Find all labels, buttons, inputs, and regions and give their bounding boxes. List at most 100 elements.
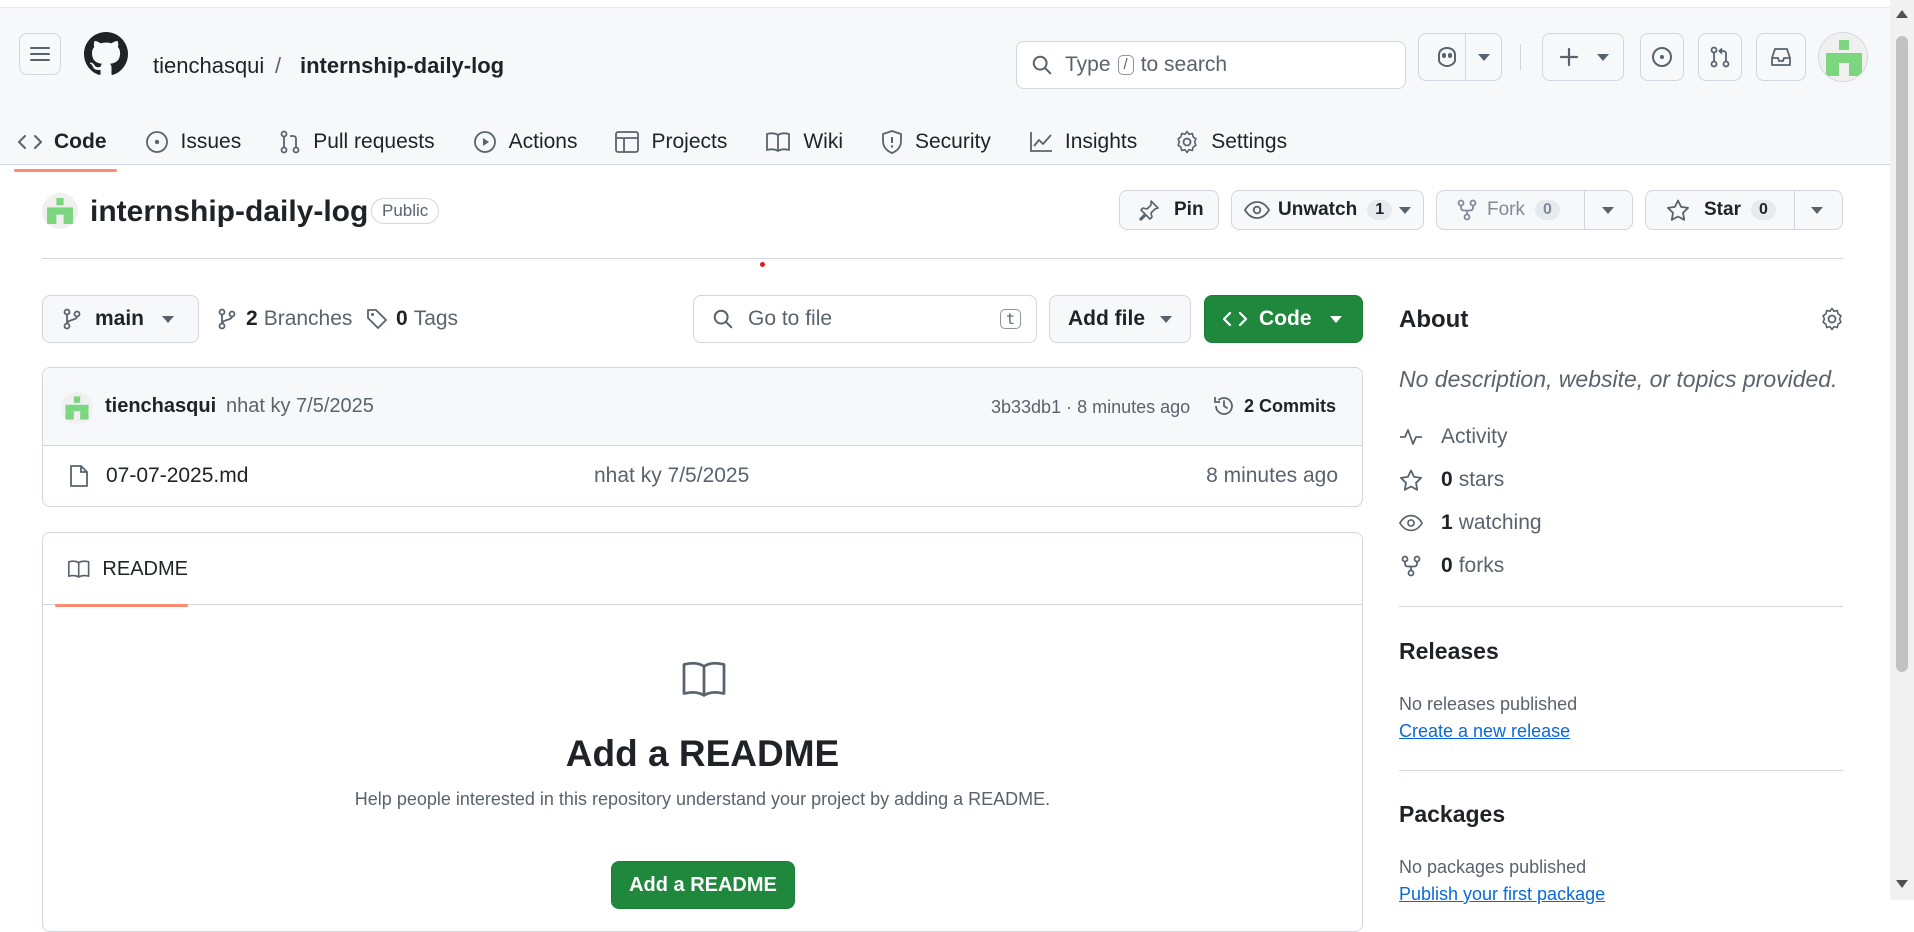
commit-author[interactable]: tienchasqui	[105, 395, 216, 418]
tab-security[interactable]: Security	[881, 118, 991, 166]
add-file-button[interactable]: Add file	[1049, 295, 1191, 343]
tab-wiki[interactable]: Wiki	[765, 118, 843, 166]
commit-author-avatar[interactable]	[61, 392, 93, 424]
scroll-up-icon[interactable]	[1896, 10, 1908, 18]
create-release-link[interactable]: Create a new release	[1399, 721, 1570, 742]
identicon-icon	[61, 392, 93, 424]
branch-icon	[63, 308, 81, 330]
packages-title[interactable]: Packages	[1399, 801, 1505, 828]
stars-link[interactable]: 0 stars	[1399, 468, 1504, 492]
tab-code[interactable]: Code	[14, 118, 116, 172]
watch-count: 1	[1367, 200, 1393, 220]
releases-title[interactable]: Releases	[1399, 638, 1499, 665]
identicon-icon	[1819, 33, 1867, 81]
search-input[interactable]: Type / to search	[1016, 41, 1406, 89]
star-button[interactable]: Star 0	[1645, 190, 1843, 230]
fork-button[interactable]: Fork 0	[1436, 190, 1633, 230]
copilot-button[interactable]	[1418, 33, 1502, 81]
avatar[interactable]	[1818, 32, 1868, 82]
table-row[interactable]: 07-07-2025.md nhat ky 7/5/2025 8 minutes…	[43, 446, 1362, 506]
tab-label: Wiki	[803, 130, 843, 153]
code-button[interactable]: Code	[1204, 295, 1363, 343]
star-icon	[1400, 469, 1422, 491]
chevron-down-icon	[162, 315, 174, 323]
book-icon	[67, 560, 90, 578]
tab-actions[interactable]: Actions	[473, 118, 578, 166]
activity-label: Activity	[1441, 425, 1508, 448]
branch-selector[interactable]: main	[42, 295, 199, 343]
fork-count: 0	[1535, 200, 1560, 220]
commits-label: Commits	[1259, 395, 1337, 416]
commit-hash-time[interactable]: 3b33db1 · 8 minutes ago	[991, 397, 1190, 418]
plus-icon	[1559, 47, 1579, 67]
chevron-down-icon[interactable]	[1602, 206, 1614, 214]
fork-icon	[1457, 199, 1477, 221]
commit-message[interactable]: nhat ky 7/5/2025	[226, 395, 374, 418]
pull-requests-button[interactable]	[1698, 33, 1742, 81]
activity-link[interactable]: Activity	[1399, 425, 1508, 449]
scrollbar-thumb[interactable]	[1896, 36, 1908, 672]
github-logo-icon[interactable]	[84, 32, 128, 76]
table-icon	[615, 131, 640, 153]
go-to-file-input[interactable]: Go to file t	[693, 295, 1037, 343]
gear-icon[interactable]	[1820, 307, 1844, 331]
breadcrumb-repo[interactable]: internship-daily-log	[300, 52, 504, 80]
sidebar-divider	[1399, 606, 1843, 607]
go-to-file-key: t	[999, 309, 1021, 329]
tab-projects[interactable]: Projects	[615, 118, 727, 166]
stars-count: 0	[1441, 468, 1453, 491]
latest-commit-bar: tienchasqui nhat ky 7/5/2025 3b33db1 · 8…	[43, 368, 1362, 446]
unwatch-button[interactable]: Unwatch 1	[1231, 190, 1424, 230]
fork-label: Fork	[1487, 199, 1525, 220]
eye-icon	[1244, 201, 1270, 219]
branches-count: 2	[246, 307, 258, 330]
commits-link[interactable]: 2 Commits	[1212, 394, 1336, 418]
file-name[interactable]: 07-07-2025.md	[106, 464, 248, 488]
watching-count: 1	[1441, 511, 1453, 534]
gear-icon	[1177, 130, 1197, 154]
branch-name: main	[95, 307, 145, 330]
create-chevron-down-icon	[1597, 53, 1609, 61]
menu-button[interactable]	[19, 33, 61, 75]
tab-label: Actions	[508, 130, 578, 153]
scroll-down-icon[interactable]	[1896, 880, 1908, 888]
chevron-down-icon	[1330, 315, 1342, 323]
star-icon	[1667, 199, 1689, 221]
pulse-icon	[1400, 429, 1422, 445]
header-divider	[1520, 44, 1521, 70]
copilot-chevron-down-icon[interactable]	[1478, 53, 1490, 61]
readme-panel: README Add a README Help people interest…	[42, 532, 1363, 932]
pin-button[interactable]: Pin	[1119, 190, 1219, 230]
tab-insights[interactable]: Insights	[1029, 118, 1137, 166]
tab-readme[interactable]: README	[55, 533, 188, 607]
repo-title[interactable]: internship-daily-log	[90, 194, 368, 230]
forks-link[interactable]: 0 forks	[1399, 554, 1504, 578]
forks-label: forks	[1458, 554, 1505, 577]
identicon-icon	[42, 193, 78, 229]
branches-link[interactable]: 2 Branches	[218, 307, 352, 331]
title-divider	[42, 258, 1843, 259]
tab-settings[interactable]: Settings	[1175, 118, 1287, 166]
breadcrumb-separator: /	[275, 53, 282, 78]
readme-tabs: README	[43, 533, 1362, 607]
star-count: 0	[1750, 200, 1776, 220]
file-commit-message[interactable]: nhat ky 7/5/2025	[594, 464, 749, 488]
tag-icon	[367, 309, 387, 329]
create-new-button[interactable]	[1542, 33, 1624, 81]
scrollbar[interactable]	[1890, 0, 1914, 900]
issues-button[interactable]	[1640, 33, 1684, 81]
inbox-button[interactable]	[1756, 33, 1806, 81]
tab-issues[interactable]: Issues	[145, 118, 241, 166]
chevron-down-icon[interactable]	[1811, 206, 1823, 214]
branches-label: Branches	[263, 307, 353, 330]
tab-label: Pull requests	[313, 130, 435, 153]
add-readme-button[interactable]: Add a README	[611, 861, 795, 909]
breadcrumb-owner[interactable]: tienchasqui	[153, 52, 264, 80]
watching-link[interactable]: 1 watching	[1399, 511, 1542, 535]
tab-pull-requests[interactable]: Pull requests	[279, 118, 435, 166]
tags-label: Tags	[413, 307, 459, 330]
publish-package-link[interactable]: Publish your first package	[1399, 884, 1605, 905]
file-list: tienchasqui nhat ky 7/5/2025 3b33db1 · 8…	[42, 367, 1363, 507]
about-title: About	[1399, 306, 1469, 333]
tags-link[interactable]: 0 Tags	[366, 307, 458, 331]
